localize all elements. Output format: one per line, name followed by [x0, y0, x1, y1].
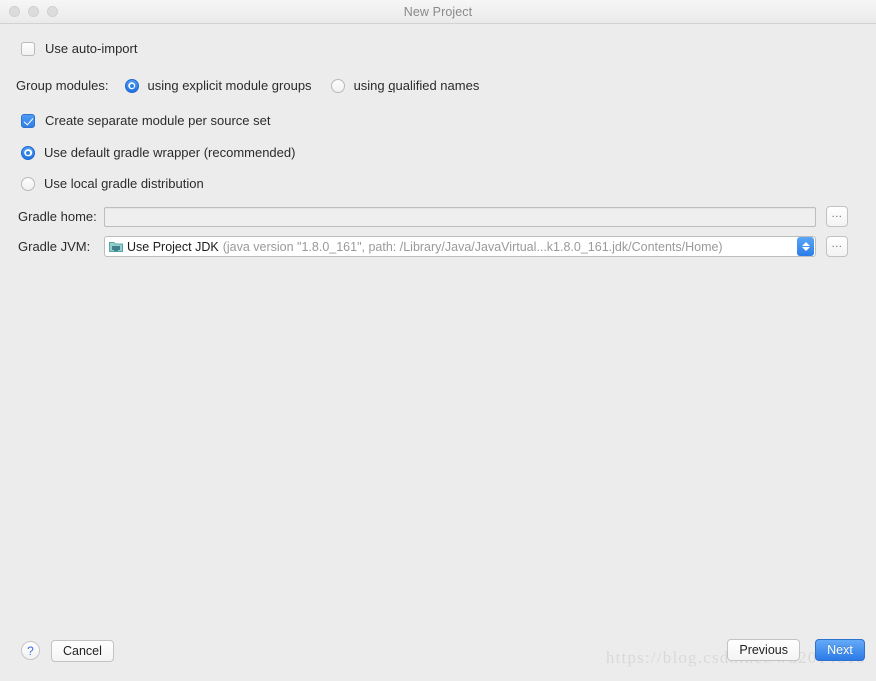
qualified-names-radio[interactable]: [330, 78, 345, 93]
gradle-jvm-browse-button[interactable]: ...: [826, 236, 848, 257]
dialog-footer: https://blog.csdn.net/wd2014610 ? Cancel…: [0, 627, 876, 681]
chevron-down-icon: [801, 247, 810, 251]
gradle-wrapper-radio[interactable]: [21, 145, 35, 160]
close-button[interactable]: [9, 6, 20, 17]
explicit-module-groups-label: using explicit module groups: [147, 78, 312, 93]
window-title: New Project: [403, 4, 473, 19]
next-button[interactable]: Next: [815, 639, 865, 661]
gradle-jvm-label: Gradle JVM:: [18, 239, 91, 254]
gradle-wrapper-row[interactable]: Use default gradle wrapper (recommended): [21, 145, 295, 160]
local-distribution-radio[interactable]: [21, 176, 35, 191]
window-controls: [9, 0, 58, 23]
gradle-jvm-stepper[interactable]: [797, 237, 814, 256]
separate-module-row[interactable]: Create separate module per source set: [21, 113, 270, 128]
group-modules-option-explicit[interactable]: using explicit module groups: [124, 78, 312, 93]
maximize-button[interactable]: [47, 6, 58, 17]
cancel-button[interactable]: Cancel: [51, 640, 114, 662]
title-bar: New Project: [0, 0, 876, 24]
separate-module-label: Create separate module per source set: [45, 113, 271, 128]
use-auto-import-label: Use auto-import: [45, 41, 138, 56]
separate-module-checkbox[interactable]: [21, 113, 35, 128]
local-distribution-label: Use local gradle distribution: [44, 176, 204, 191]
use-auto-import-checkbox[interactable]: [21, 41, 35, 56]
group-modules-option-qualified[interactable]: using qualified names: [330, 78, 480, 93]
explicit-module-groups-radio[interactable]: [124, 78, 139, 93]
group-modules-label: Group modules:: [16, 78, 109, 93]
gradle-jvm-secondary-text: (java version "1.8.0_161", path: /Librar…: [222, 239, 723, 254]
gradle-home-row: Gradle home: ...: [18, 206, 858, 227]
gradle-home-input[interactable]: [104, 206, 816, 227]
local-distribution-row[interactable]: Use local gradle distribution: [21, 176, 204, 191]
help-button[interactable]: ?: [21, 641, 40, 660]
minimize-button[interactable]: [28, 6, 39, 17]
dialog-content: Use auto-import Group modules: using exp…: [0, 24, 876, 681]
gradle-home-label: Gradle home:: [18, 209, 97, 224]
new-project-dialog: New Project Use auto-import Group module…: [0, 0, 876, 681]
previous-button[interactable]: Previous: [727, 639, 800, 661]
gradle-jvm-value: Use Project JDK (java version "1.8.0_161…: [105, 240, 797, 254]
gradle-jvm-primary-text: Use Project JDK: [127, 239, 219, 254]
use-auto-import-row[interactable]: Use auto-import: [21, 41, 137, 56]
qualified-names-label: using qualified names: [353, 78, 480, 93]
chevron-up-icon: [801, 242, 810, 246]
gradle-home-browse-button[interactable]: ...: [826, 206, 848, 227]
group-modules-row: Group modules: using explicit module gro…: [16, 78, 479, 93]
jdk-icon: [109, 240, 123, 253]
gradle-wrapper-label: Use default gradle wrapper (recommended): [44, 145, 296, 160]
gradle-jvm-combobox[interactable]: Use Project JDK (java version "1.8.0_161…: [104, 236, 816, 257]
gradle-jvm-row: Gradle JVM: Use Project JDK (java versio…: [18, 236, 858, 257]
